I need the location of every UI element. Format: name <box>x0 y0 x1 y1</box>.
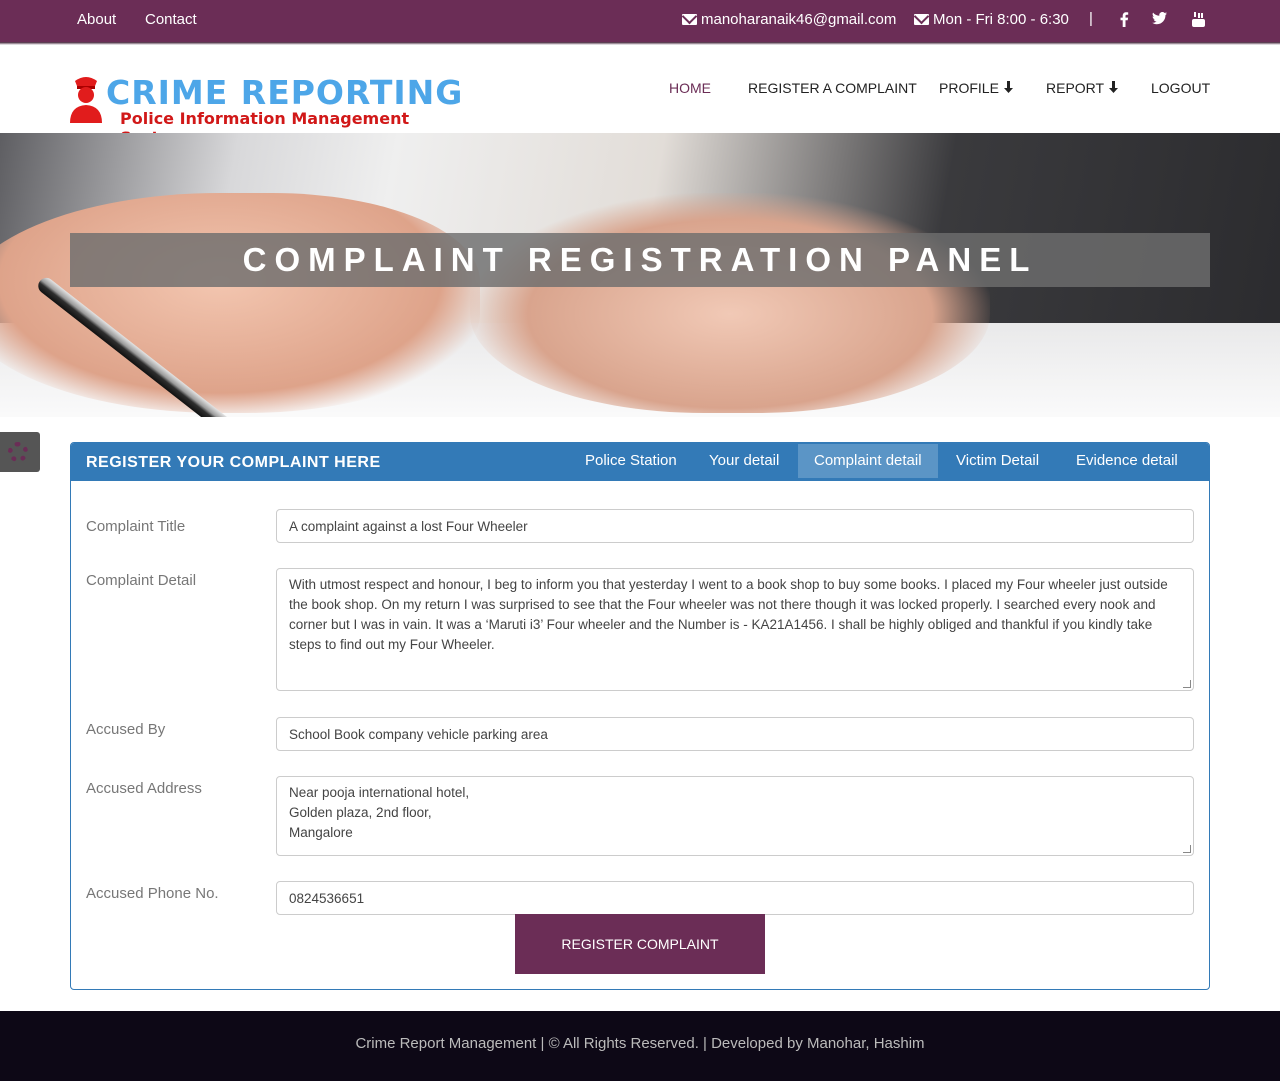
facebook-icon[interactable] <box>1119 12 1129 31</box>
complaint-title-input[interactable]: A complaint against a lost Four Wheeler <box>276 509 1194 543</box>
complaint-detail-text: With utmost respect and honour, I beg to… <box>289 577 1168 652</box>
envelope-icon <box>682 14 697 25</box>
arrow-down-icon <box>1108 81 1118 93</box>
office-hours: Mon - Fri 8:00 - 6:30 <box>914 11 1069 28</box>
accused-address-textarea[interactable]: Near pooja international hotel, Golden p… <box>276 776 1194 856</box>
register-complaint-button[interactable]: REGISTER COMPLAINT <box>515 914 765 974</box>
settings-widget[interactable] <box>0 432 40 472</box>
tab-evidence-detail[interactable]: Evidence detail <box>1060 444 1194 478</box>
complaint-panel: REGISTER YOUR COMPLAINT HERE Police Stat… <box>70 442 1210 990</box>
address-line: Near pooja international hotel, <box>289 785 470 800</box>
address-line: Mangalore <box>289 825 353 840</box>
nav-report[interactable]: REPORT <box>1046 80 1119 96</box>
youtube-icon[interactable] <box>1192 12 1205 31</box>
accused-phone-label: Accused Phone No. <box>86 885 219 902</box>
twitter-icon[interactable] <box>1152 12 1167 29</box>
logo-title: CRIME REPORTING <box>106 73 464 112</box>
panel-title: REGISTER YOUR COMPLAINT HERE <box>86 454 381 471</box>
police-officer-icon <box>70 77 102 123</box>
site-footer: Crime Report Management | © All Rights R… <box>0 1011 1280 1081</box>
accused-phone-input[interactable]: 0824536651 <box>276 881 1194 915</box>
footer-text: Crime Report Management | © All Rights R… <box>355 1035 925 1052</box>
address-line: Golden plaza, 2nd floor, <box>289 805 432 820</box>
site-header: CRIME REPORTING Police Information Manag… <box>0 45 1280 147</box>
nav-profile[interactable]: PROFILE <box>939 80 1014 96</box>
accused-address-label: Accused Address <box>86 780 202 797</box>
tab-police-station[interactable]: Police Station <box>569 444 693 478</box>
top-bar: About Contact manoharanaik46@gmail.com M… <box>0 0 1280 45</box>
hero-hand-right <box>470 193 990 413</box>
arrow-down-icon <box>1003 81 1013 93</box>
complaint-detail-label: Complaint Detail <box>86 572 197 589</box>
tab-victim-detail[interactable]: Victim Detail <box>940 444 1055 478</box>
nav-home[interactable]: HOME <box>669 80 711 96</box>
envelope-icon <box>914 14 929 25</box>
nav-profile-label: PROFILE <box>939 80 999 96</box>
accused-by-label: Accused By <box>86 721 166 738</box>
nav-register-complaint[interactable]: REGISTER A COMPLAINT <box>748 80 917 96</box>
nav-logout[interactable]: LOGOUT <box>1151 80 1210 96</box>
hours-text: Mon - Fri 8:00 - 6:30 <box>933 11 1069 28</box>
topbar-separator: | <box>1089 10 1093 27</box>
hero-title: COMPLAINT REGISTRATION PANEL <box>70 233 1210 287</box>
contact-email: manoharanaik46@gmail.com <box>682 11 896 28</box>
tab-complaint-detail[interactable]: Complaint detail <box>798 444 938 478</box>
hero-banner: COMPLAINT REGISTRATION PANEL <box>0 133 1280 417</box>
accused-by-input[interactable]: School Book company vehicle parking area <box>276 717 1194 751</box>
nav-report-label: REPORT <box>1046 80 1104 96</box>
tab-your-detail[interactable]: Your detail <box>693 444 795 478</box>
complaint-title-label: Complaint Title <box>86 518 186 535</box>
about-link[interactable]: About <box>77 11 116 28</box>
resize-handle[interactable] <box>1183 845 1191 853</box>
panel-header: REGISTER YOUR COMPLAINT HERE Police Stat… <box>71 443 1209 481</box>
email-text: manoharanaik46@gmail.com <box>701 11 897 28</box>
gear-icon <box>8 442 28 462</box>
contact-link[interactable]: Contact <box>145 11 197 28</box>
resize-handle[interactable] <box>1183 680 1191 688</box>
complaint-detail-textarea[interactable]: With utmost respect and honour, I beg to… <box>276 568 1194 691</box>
site-logo[interactable]: CRIME REPORTING Police Information Manag… <box>68 73 468 147</box>
